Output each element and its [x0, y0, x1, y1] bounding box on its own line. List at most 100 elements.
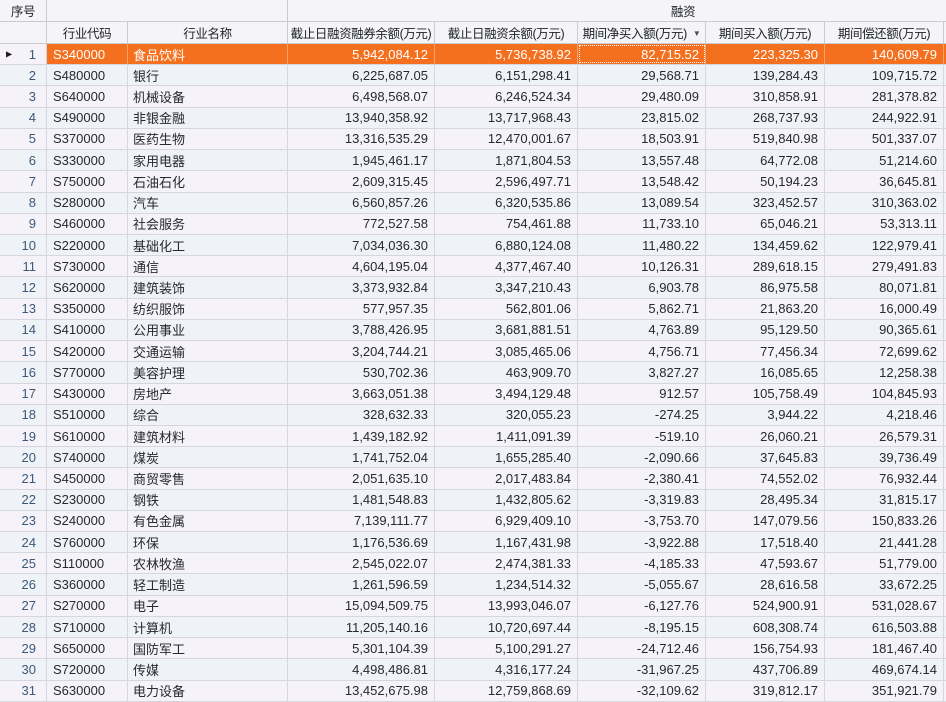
net-buy-cell[interactable]: -32,109.62 — [578, 680, 706, 701]
margin-total-balance-cell[interactable]: 4,604,195.04 — [288, 256, 435, 277]
table-row[interactable]: ▶ 14 S410000 公用事业 3,788,426.95 3,681,881… — [0, 319, 946, 342]
net-buy-cell[interactable]: 10,126.31 — [578, 256, 706, 277]
net-buy-cell[interactable]: -274.25 — [578, 404, 706, 425]
table-row[interactable]: ▶ 7 S750000 石油石化 2,609,315.45 2,596,497.… — [0, 171, 946, 193]
repay-amount-cell[interactable]: 31,815.17 — [825, 489, 944, 510]
table-row[interactable]: ▶ 18 S510000 综合 328,632.33 320,055.23 -2… — [0, 404, 946, 426]
margin-total-balance-cell[interactable]: 5,942,084.12 — [288, 44, 435, 65]
repay-amount-cell[interactable]: 181,467.40 — [825, 638, 944, 659]
repay-amount-cell[interactable]: 279,491.83 — [825, 256, 944, 277]
financing-balance-cell[interactable]: 3,681,881.51 — [435, 319, 578, 341]
row-number-cell[interactable]: ▶ 15 — [0, 341, 47, 362]
row-number-cell[interactable]: ▶ 21 — [0, 468, 47, 489]
financing-balance-cell[interactable]: 463,909.70 — [435, 362, 578, 383]
margin-total-balance-cell[interactable]: 1,481,548.83 — [288, 489, 435, 510]
net-buy-cell[interactable]: -2,090.66 — [578, 447, 706, 468]
net-buy-cell[interactable]: 11,733.10 — [578, 213, 706, 234]
buy-amount-cell[interactable]: 519,840.98 — [706, 128, 825, 150]
buy-amount-cell[interactable]: 608,308.74 — [706, 616, 825, 638]
table-row[interactable]: ▶ 31 S630000 电力设备 13,452,675.98 12,759,8… — [0, 680, 946, 702]
buy-amount-cell[interactable]: 156,754.93 — [706, 638, 825, 659]
table-row[interactable]: ▶ 10 S220000 基础化工 7,034,036.30 6,880,124… — [0, 234, 946, 257]
net-buy-cell[interactable]: 29,568.71 — [578, 65, 706, 86]
industry-name-cell[interactable]: 通信 — [128, 256, 288, 277]
table-row[interactable]: ▶ 2 S480000 银行 6,225,687.05 6,151,298.41… — [0, 65, 946, 87]
financing-balance-cell[interactable]: 1,432,805.62 — [435, 489, 578, 510]
row-number-cell[interactable]: ▶ 18 — [0, 404, 47, 425]
industry-name-cell[interactable]: 建筑装饰 — [128, 277, 288, 298]
industry-code-cell[interactable]: S740000 — [47, 447, 128, 468]
industry-code-cell[interactable]: S460000 — [47, 213, 128, 234]
financing-balance-cell[interactable]: 13,717,968.43 — [435, 107, 578, 128]
financing-balance-cell[interactable]: 2,474,381.33 — [435, 553, 578, 574]
industry-code-cell[interactable]: S430000 — [47, 383, 128, 404]
row-number-cell[interactable]: ▶ 1 — [0, 44, 47, 65]
row-number-cell[interactable]: ▶ 16 — [0, 362, 47, 383]
margin-total-balance-cell[interactable]: 1,176,536.69 — [288, 532, 435, 553]
industry-name-cell[interactable]: 建筑材料 — [128, 425, 288, 447]
margin-total-balance-cell[interactable]: 11,205,140.16 — [288, 616, 435, 638]
margin-total-balance-cell[interactable]: 6,225,687.05 — [288, 65, 435, 86]
repay-amount-cell[interactable]: 140,609.79 — [825, 44, 944, 65]
header-industry-name[interactable]: 行业名称 — [128, 22, 288, 43]
table-row[interactable]: ▶ 13 S350000 纺织服饰 577,957.35 562,801.06 … — [0, 298, 946, 320]
buy-amount-cell[interactable]: 323,452.57 — [706, 192, 825, 213]
industry-code-cell[interactable]: S340000 — [47, 44, 128, 65]
industry-code-cell[interactable]: S230000 — [47, 489, 128, 510]
repay-amount-cell[interactable]: 310,363.02 — [825, 192, 944, 213]
net-buy-cell[interactable]: 82,715.52 — [578, 44, 706, 65]
industry-name-cell[interactable]: 农林牧渔 — [128, 553, 288, 574]
buy-amount-cell[interactable]: 74,552.02 — [706, 468, 825, 489]
financing-balance-cell[interactable]: 2,596,497.71 — [435, 171, 578, 192]
industry-name-cell[interactable]: 房地产 — [128, 383, 288, 404]
industry-code-cell[interactable]: S620000 — [47, 277, 128, 298]
buy-amount-cell[interactable]: 3,944.22 — [706, 404, 825, 425]
financing-balance-cell[interactable]: 12,759,868.69 — [435, 680, 578, 701]
table-row[interactable]: ▶ 28 S710000 计算机 11,205,140.16 10,720,69… — [0, 616, 946, 639]
row-number-cell[interactable]: ▶ 17 — [0, 383, 47, 404]
repay-amount-cell[interactable]: 51,214.60 — [825, 150, 944, 171]
repay-amount-cell[interactable]: 36,645.81 — [825, 171, 944, 192]
net-buy-cell[interactable]: -24,712.46 — [578, 638, 706, 659]
buy-amount-cell[interactable]: 26,060.21 — [706, 425, 825, 447]
buy-amount-cell[interactable]: 289,618.15 — [706, 256, 825, 277]
industry-name-cell[interactable]: 有色金属 — [128, 510, 288, 532]
industry-name-cell[interactable]: 传媒 — [128, 659, 288, 680]
buy-amount-cell[interactable]: 319,812.17 — [706, 680, 825, 701]
financing-balance-cell[interactable]: 4,377,467.40 — [435, 256, 578, 277]
header-industry-code[interactable]: 行业代码 — [47, 22, 128, 43]
buy-amount-cell[interactable]: 28,616.58 — [706, 574, 825, 595]
buy-amount-cell[interactable]: 437,706.89 — [706, 659, 825, 680]
repay-amount-cell[interactable]: 122,979.41 — [825, 234, 944, 256]
buy-amount-cell[interactable]: 147,079.56 — [706, 510, 825, 532]
repay-amount-cell[interactable]: 501,337.07 — [825, 128, 944, 150]
net-buy-cell[interactable]: 11,480.22 — [578, 234, 706, 256]
margin-total-balance-cell[interactable]: 13,316,535.29 — [288, 128, 435, 150]
financing-balance-cell[interactable]: 562,801.06 — [435, 298, 578, 319]
row-number-cell[interactable]: ▶ 5 — [0, 128, 47, 150]
margin-total-balance-cell[interactable]: 4,498,486.81 — [288, 659, 435, 680]
industry-code-cell[interactable]: S730000 — [47, 256, 128, 277]
buy-amount-cell[interactable]: 524,900.91 — [706, 595, 825, 616]
net-buy-cell[interactable]: 13,557.48 — [578, 150, 706, 171]
row-number-cell[interactable]: ▶ 29 — [0, 638, 47, 659]
repay-amount-cell[interactable]: 21,441.28 — [825, 532, 944, 553]
row-number-cell[interactable]: ▶ 8 — [0, 192, 47, 213]
margin-total-balance-cell[interactable]: 6,560,857.26 — [288, 192, 435, 213]
table-row[interactable]: ▶ 25 S110000 农林牧渔 2,545,022.07 2,474,381… — [0, 553, 946, 575]
margin-total-balance-cell[interactable]: 6,498,568.07 — [288, 86, 435, 107]
margin-total-balance-cell[interactable]: 1,741,752.04 — [288, 447, 435, 468]
net-buy-cell[interactable]: 5,862.71 — [578, 298, 706, 319]
industry-name-cell[interactable]: 电子 — [128, 595, 288, 616]
industry-name-cell[interactable]: 电力设备 — [128, 680, 288, 701]
row-number-cell[interactable]: ▶ 2 — [0, 65, 47, 86]
financing-balance-cell[interactable]: 1,234,514.32 — [435, 574, 578, 595]
row-number-cell[interactable]: ▶ 3 — [0, 86, 47, 107]
row-number-cell[interactable]: ▶ 7 — [0, 171, 47, 192]
industry-code-cell[interactable]: S240000 — [47, 510, 128, 532]
repay-amount-cell[interactable]: 4,218.46 — [825, 404, 944, 425]
repay-amount-cell[interactable]: 150,833.26 — [825, 510, 944, 532]
net-buy-cell[interactable]: -31,967.25 — [578, 659, 706, 680]
financing-balance-cell[interactable]: 1,655,285.40 — [435, 447, 578, 468]
buy-amount-cell[interactable]: 16,085.65 — [706, 362, 825, 383]
